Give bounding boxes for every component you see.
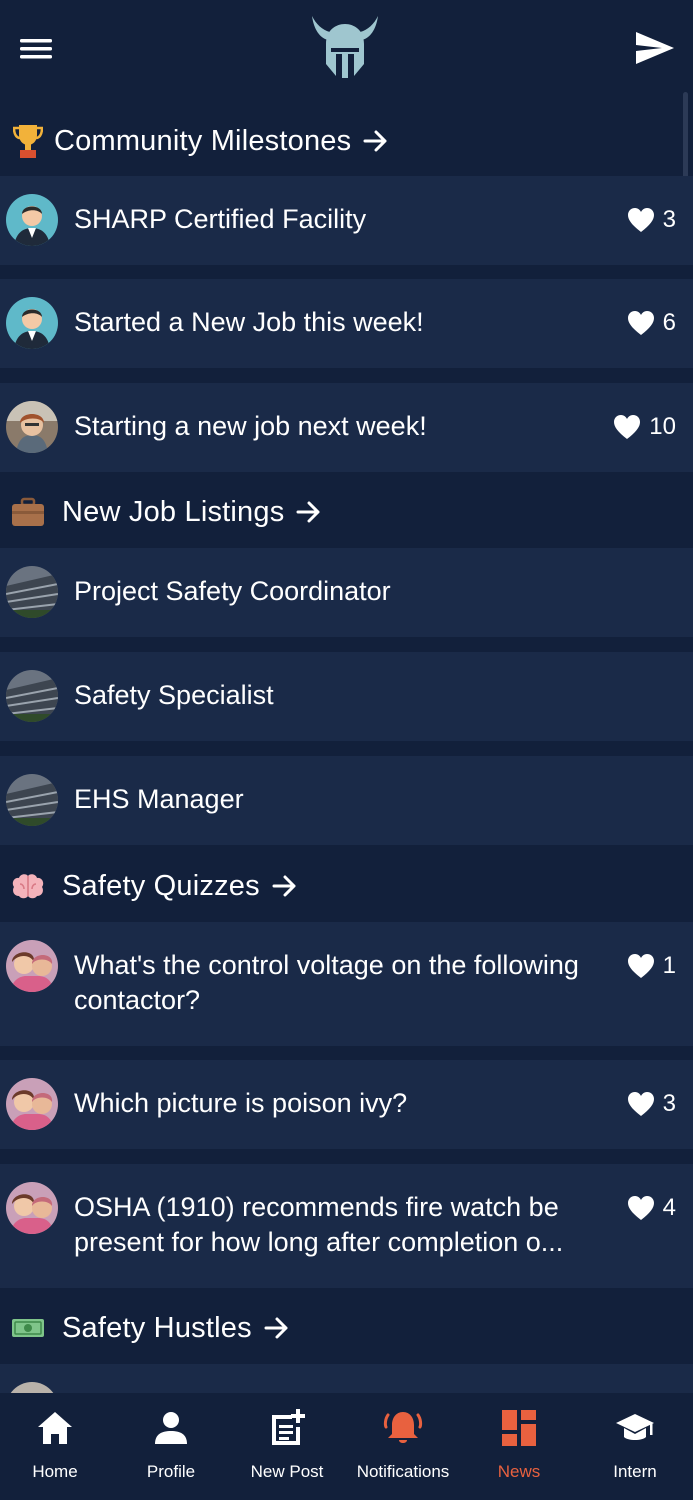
bottom-navigation: Home Profile New Post Notifications News…: [0, 1393, 693, 1500]
heart-icon[interactable]: [627, 310, 655, 336]
nav-new-post[interactable]: New Post: [229, 1393, 345, 1500]
building-avatar: [6, 566, 58, 618]
nav-news[interactable]: News: [461, 1393, 577, 1500]
send-icon[interactable]: [634, 30, 676, 66]
new-post-icon: [272, 1409, 305, 1445]
like-count: 4: [662, 1194, 676, 1221]
nav-label: Home: [32, 1462, 78, 1481]
graduation-cap-icon: [616, 1414, 654, 1440]
nav-label: Profile: [146, 1462, 196, 1481]
arrow-right-icon[interactable]: [272, 874, 298, 898]
arrow-right-icon[interactable]: [296, 500, 322, 524]
heart-icon[interactable]: [627, 1195, 655, 1221]
section-title: Community Milestones: [54, 124, 352, 157]
news-feed[interactable]: Community Milestones SHARP Certified Fac…: [0, 100, 693, 1393]
couple-avatar: [6, 940, 58, 992]
quiz-question: Which picture is poison ivy?: [74, 1088, 408, 1118]
home-icon: [38, 1412, 72, 1444]
arrow-right-icon[interactable]: [264, 1316, 290, 1340]
photo-avatar: [6, 401, 58, 453]
profile-icon: [155, 1412, 187, 1444]
post-title: Starting a new job next week!: [74, 411, 427, 441]
heart-icon[interactable]: [627, 953, 655, 979]
list-item[interactable]: OSHA (1910) recommends fire watch be pre…: [0, 1164, 693, 1288]
nav-label: New Post: [250, 1462, 324, 1481]
like-count: 6: [662, 309, 676, 336]
job-title: EHS Manager: [74, 784, 244, 814]
section-header-safety-hustles[interactable]: Safety Hustles: [0, 1290, 693, 1366]
nav-label: Intern: [613, 1462, 657, 1481]
nav-notifications[interactable]: Notifications: [345, 1393, 461, 1500]
list-item[interactable]: EHS Manager: [0, 756, 693, 845]
like-count: 10: [649, 413, 676, 440]
quiz-question: What's the control voltage on the follow…: [74, 950, 579, 1015]
hamburger-menu-icon[interactable]: [18, 34, 54, 64]
dollar-bill-icon: [8, 1308, 48, 1348]
bell-icon: [383, 1412, 423, 1443]
nav-profile[interactable]: Profile: [113, 1393, 229, 1500]
couple-avatar: [6, 1182, 58, 1234]
heart-icon[interactable]: [627, 207, 655, 233]
trophy-icon: [8, 121, 48, 161]
section-header-safety-quizzes[interactable]: Safety Quizzes: [0, 848, 693, 924]
nav-intern[interactable]: Intern: [577, 1393, 693, 1500]
list-item[interactable]: Safety Specialist: [0, 652, 693, 741]
job-title: Project Safety Coordinator: [74, 576, 391, 606]
nav-label: Notifications: [356, 1462, 450, 1481]
nav-label: News: [497, 1462, 541, 1481]
like-counter[interactable]: 3: [627, 206, 676, 234]
top-bar: [0, 0, 693, 197]
section-title: Safety Hustles: [62, 1311, 252, 1344]
couple-avatar: [6, 1078, 58, 1130]
man-avatar: [6, 194, 58, 246]
section-header-community-milestones[interactable]: Community Milestones: [0, 103, 693, 179]
building-avatar: [6, 670, 58, 722]
brain-icon: [8, 866, 48, 906]
heart-icon[interactable]: [627, 1091, 655, 1117]
post-title: Started a New Job this week!: [74, 307, 424, 337]
list-item[interactable]: What's the control voltage on the follow…: [0, 922, 693, 1046]
like-counter[interactable]: 3: [627, 1090, 676, 1118]
section-header-new-job-listings[interactable]: New Job Listings: [0, 474, 693, 550]
photo-avatar: [6, 1382, 58, 1393]
list-item[interactable]: Project Safety Coordinator: [0, 548, 693, 637]
like-count: 3: [662, 206, 676, 233]
arrow-right-icon[interactable]: [363, 129, 389, 153]
job-title: Safety Specialist: [74, 680, 274, 710]
like-count: 3: [662, 1090, 676, 1117]
list-item[interactable]: Which picture is poison ivy? 3: [0, 1060, 693, 1149]
building-avatar: [6, 774, 58, 826]
news-icon: [502, 1410, 536, 1446]
like-count: 1: [662, 952, 676, 979]
like-counter[interactable]: 10: [613, 413, 676, 441]
like-counter[interactable]: 1: [627, 952, 676, 980]
nav-home[interactable]: Home: [0, 1393, 113, 1500]
briefcase-icon: [8, 492, 48, 532]
post-title: SHARP Certified Facility: [74, 204, 367, 234]
like-counter[interactable]: 4: [627, 1194, 676, 1222]
section-title: Safety Quizzes: [62, 869, 260, 902]
man-avatar: [6, 297, 58, 349]
list-item[interactable]: Started a New Job this week! 6: [0, 279, 693, 368]
like-counter[interactable]: 6: [627, 309, 676, 337]
quiz-question: OSHA (1910) recommends fire watch be pre…: [74, 1192, 564, 1257]
heart-icon[interactable]: [613, 414, 641, 440]
list-item[interactable]: Starting a new job next week! 10: [0, 383, 693, 472]
section-title: New Job Listings: [62, 495, 285, 528]
list-item[interactable]: [0, 1364, 693, 1393]
list-item[interactable]: SHARP Certified Facility 3: [0, 176, 693, 265]
viking-helmet-logo[interactable]: [308, 14, 382, 80]
